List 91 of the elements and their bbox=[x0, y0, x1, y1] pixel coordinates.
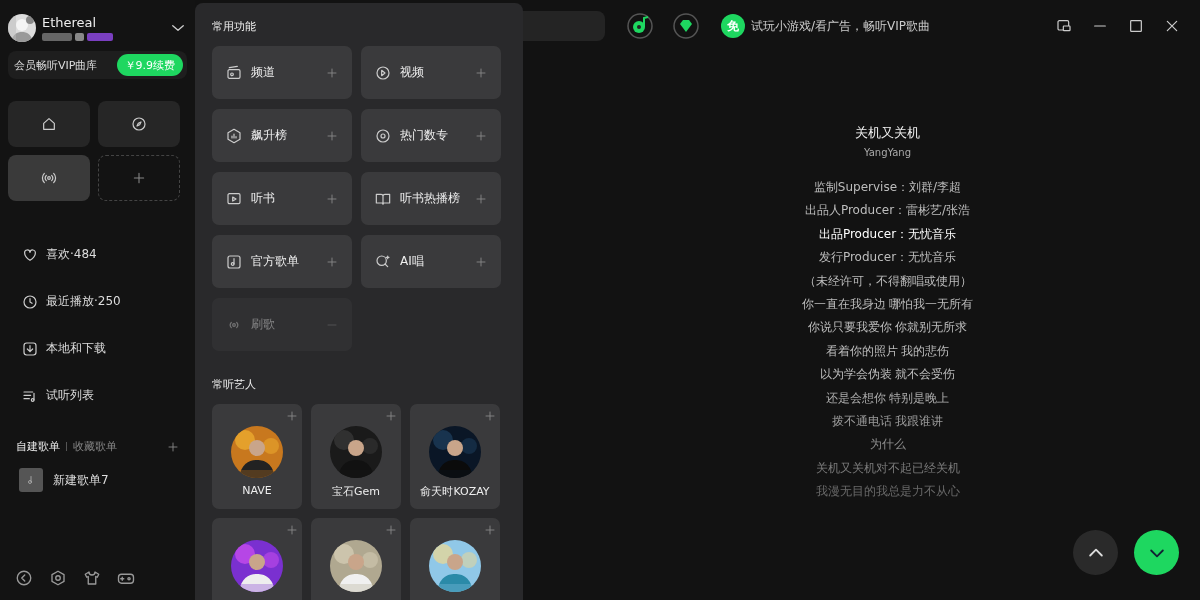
add-icon bbox=[484, 410, 496, 422]
plus-icon bbox=[475, 192, 487, 205]
download-icon bbox=[22, 340, 38, 357]
feature-tile[interactable]: 听书热播榜 bbox=[361, 172, 501, 225]
lyric-line: 以为学会伪装 就不会受伤 bbox=[819, 366, 956, 384]
artist-card[interactable] bbox=[311, 518, 401, 600]
music-note-icon bbox=[226, 253, 242, 270]
lyric-line: 关机又关机对不起已经关机 bbox=[815, 459, 960, 477]
lyric-line: 你说只要我爱你 你就别无所求 bbox=[807, 319, 968, 337]
song-artist: YangYang bbox=[863, 147, 912, 158]
artist-card[interactable] bbox=[410, 518, 500, 600]
sidebar-item[interactable]: 本地和下载 bbox=[8, 325, 187, 372]
artist-card[interactable]: 俞天时KOZAY bbox=[410, 404, 500, 509]
play-circle-icon bbox=[375, 64, 391, 81]
shortcut-tile[interactable] bbox=[98, 101, 180, 147]
lyric-line: 我漫无目的我总是力不从心 bbox=[815, 483, 960, 501]
plus-icon bbox=[475, 66, 487, 79]
scroll-up-button[interactable] bbox=[1073, 530, 1118, 575]
sidebar-item[interactable]: 试听列表 bbox=[8, 372, 187, 419]
shortcut-tile[interactable] bbox=[8, 155, 90, 201]
plus-icon bbox=[326, 192, 338, 205]
add-playlist-icon bbox=[167, 440, 179, 453]
settings-icon[interactable] bbox=[49, 568, 67, 587]
feature-tile[interactable]: AI唱 bbox=[361, 235, 501, 288]
lyric-line: 还是会想你 特别是晚上 bbox=[825, 389, 950, 407]
chart-icon bbox=[226, 127, 242, 144]
feature-tile[interactable]: 频道 bbox=[212, 46, 352, 99]
section-title: 常用功能 bbox=[212, 19, 257, 34]
lyric-line: 你一直在我身边 哪怕我一无所有 bbox=[801, 296, 974, 314]
heart-icon bbox=[22, 246, 38, 263]
artist-name: 宝石Gem bbox=[332, 484, 380, 499]
vip-banner-text: 会员畅听VIP曲库 bbox=[14, 57, 98, 73]
lyric-line: 出品人Producer：雷彬艺/张浩 bbox=[804, 202, 971, 220]
radio-icon bbox=[226, 64, 242, 81]
mini-player-icon[interactable] bbox=[1056, 18, 1072, 34]
close-icon[interactable] bbox=[1164, 18, 1180, 34]
member-badge bbox=[87, 33, 113, 41]
compass-icon bbox=[131, 116, 147, 132]
add-icon bbox=[286, 410, 298, 422]
plus-icon bbox=[326, 255, 338, 268]
plus-icon bbox=[475, 255, 487, 268]
lyric-line: 发行Producer：无忧音乐 bbox=[818, 249, 957, 267]
artist-card[interactable] bbox=[212, 518, 302, 600]
shortcut-tile[interactable] bbox=[8, 101, 90, 147]
playlist-tab[interactable]: 收藏歌单 bbox=[73, 439, 117, 454]
collapse-button[interactable] bbox=[1134, 530, 1179, 575]
plus-icon bbox=[326, 129, 338, 142]
feature-tile[interactable]: 飙升榜 bbox=[212, 109, 352, 162]
search-sparkle-icon bbox=[375, 253, 391, 270]
feature-tile[interactable]: 视频 bbox=[361, 46, 501, 99]
feature-tile[interactable]: 热门数专 bbox=[361, 109, 501, 162]
lyric-line: 为什么 bbox=[869, 436, 906, 454]
sidebar-item[interactable]: 喜欢·484 bbox=[8, 231, 187, 278]
disc-icon bbox=[375, 127, 391, 144]
lyric-line: 拨不通电话 我跟谁讲 bbox=[831, 413, 944, 431]
home-icon bbox=[41, 116, 57, 132]
vip-level-badge bbox=[42, 33, 72, 41]
verified-badge bbox=[75, 33, 84, 41]
lyric-line: 看着你的照片 我的悲伤 bbox=[825, 342, 950, 360]
section-title: 常听艺人 bbox=[212, 377, 257, 392]
tshirt-icon[interactable] bbox=[83, 568, 101, 587]
clock-icon bbox=[22, 293, 38, 310]
lyric-line: 监制Supervise：刘群/李超 bbox=[813, 179, 962, 196]
playlist-tab[interactable]: 自建歌单 bbox=[16, 439, 60, 454]
maximize-icon[interactable] bbox=[1128, 18, 1144, 34]
artist-card[interactable]: 宝石Gem bbox=[311, 404, 401, 509]
add-icon bbox=[132, 171, 146, 185]
sidebar-item[interactable]: 最近播放·250 bbox=[8, 278, 187, 325]
feature-tile[interactable]: 听书 bbox=[212, 172, 352, 225]
song-title: 关机又关机 bbox=[855, 124, 920, 142]
add-icon bbox=[385, 410, 397, 422]
playlist-name[interactable]: 新建歌单7 bbox=[53, 471, 109, 489]
lyric-line: （未经许可，不得翻唱或使用） bbox=[803, 272, 972, 290]
add-icon bbox=[484, 524, 496, 536]
plus-icon bbox=[326, 66, 338, 79]
feature-tile[interactable]: 官方歌单 bbox=[212, 235, 352, 288]
music-disc-icon[interactable] bbox=[627, 13, 653, 39]
search-field[interactable] bbox=[523, 11, 605, 41]
plus-icon bbox=[475, 129, 487, 142]
artist-card[interactable]: NAVE bbox=[212, 404, 302, 509]
audiobook-icon bbox=[226, 190, 242, 207]
promo-text[interactable]: 试玩小游戏/看广告，畅听VIP歌曲 bbox=[751, 17, 931, 35]
lyric-line: 出品Producer：无忧音乐 bbox=[818, 225, 957, 243]
back-icon[interactable] bbox=[15, 568, 33, 587]
vip-banner[interactable]: 会员畅听VIP曲库 ￥9.9续费 bbox=[8, 51, 187, 79]
radio-waves-icon bbox=[41, 170, 57, 186]
user-name[interactable]: Ethereal bbox=[42, 15, 163, 30]
artist-name: NAVE bbox=[242, 484, 272, 497]
artist-name: 俞天时KOZAY bbox=[420, 484, 490, 499]
add-icon bbox=[286, 524, 298, 536]
add-icon bbox=[385, 524, 397, 536]
